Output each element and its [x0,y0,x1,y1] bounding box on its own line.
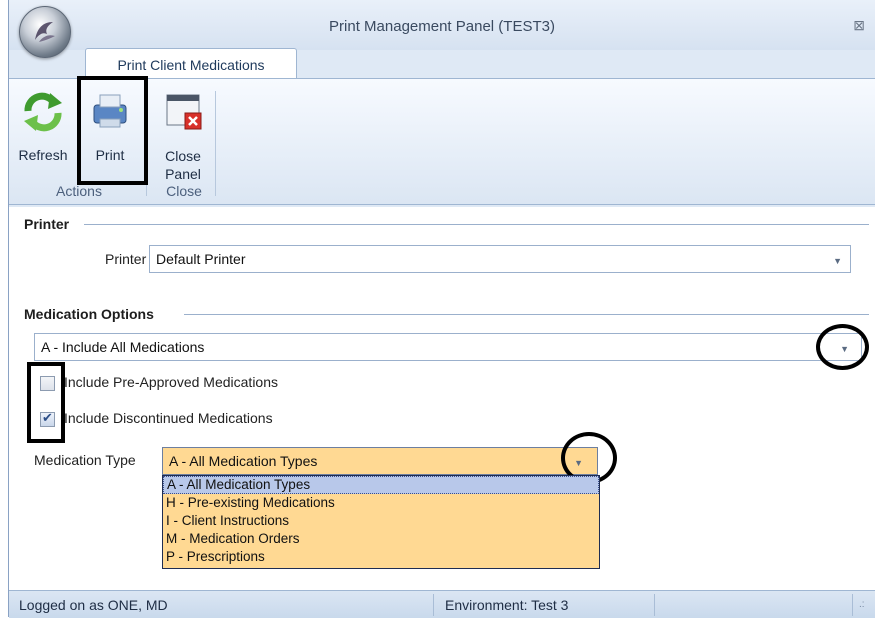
close-panel-label-line1: Close [165,148,201,164]
printer-section-title: Printer [24,216,70,232]
preapproved-label: Include Pre-Approved Medications [64,374,279,390]
printer-label: Printer [105,251,147,267]
option-pre-existing-medications[interactable]: H - Pre-existing Medications [163,494,599,512]
status-separator [433,594,434,616]
print-highlight-box [77,76,148,185]
medication-options-divider [184,314,869,315]
close-window-icon[interactable]: ⊠ [853,17,865,34]
status-separator [654,594,655,616]
content-panel: Printer Printer Default Printer ▼ Medica… [9,207,875,590]
status-bar: Logged on as ONE, MD Environment: Test 3… [9,590,875,618]
ribbon-group-separator [215,91,216,196]
refresh-label: Refresh [18,147,68,163]
refresh-button[interactable]: Refresh [13,89,73,163]
logged-on-status: Logged on as ONE, MD [19,597,168,613]
close-panel-icon [166,94,202,130]
printer-section-divider [84,224,869,225]
environment-status: Environment: Test 3 [445,597,569,613]
group-label-close: Close [166,183,202,199]
medication-type-select[interactable]: A - All Medication Types ▼ [162,447,598,475]
status-separator [852,594,853,616]
include-medications-select[interactable]: A - Include All Medications ▼ [34,333,862,361]
chevron-down-icon: ▼ [833,256,842,266]
title-bar: Print Management Panel (TEST3) ⊠ [9,0,875,58]
option-client-instructions[interactable]: I - Client Instructions [163,512,599,530]
printer-select[interactable]: Default Printer ▼ [149,245,851,273]
option-medication-orders[interactable]: M - Medication Orders [163,530,599,548]
close-panel-label-line2: Panel [165,166,201,182]
resize-grip-icon[interactable]: .: [859,599,865,610]
print-management-window: Print Management Panel (TEST3) ⊠ Print C… [8,0,875,618]
medication-type-value: A - All Medication Types [169,453,318,469]
close-panel-button[interactable]: Close Panel [149,89,217,182]
include-dropdown-highlight-circle [816,324,869,370]
medication-type-label: Medication Type [34,452,136,468]
option-prescriptions[interactable]: P - Prescriptions [163,548,599,566]
include-medications-value: A - Include All Medications [41,339,205,355]
discontinued-label: Include Discontinued Medications [64,410,273,426]
printer-select-value: Default Printer [156,251,246,267]
medication-options-title: Medication Options [24,306,154,322]
checkbox-highlight-box [27,362,65,443]
group-label-actions: Actions [56,183,102,199]
window-title: Print Management Panel (TEST3) [329,18,555,35]
medication-type-options-list: A - All Medication Types H - Pre-existin… [162,475,600,569]
refresh-icon [24,92,62,132]
option-all-medication-types[interactable]: A - All Medication Types [163,476,599,494]
